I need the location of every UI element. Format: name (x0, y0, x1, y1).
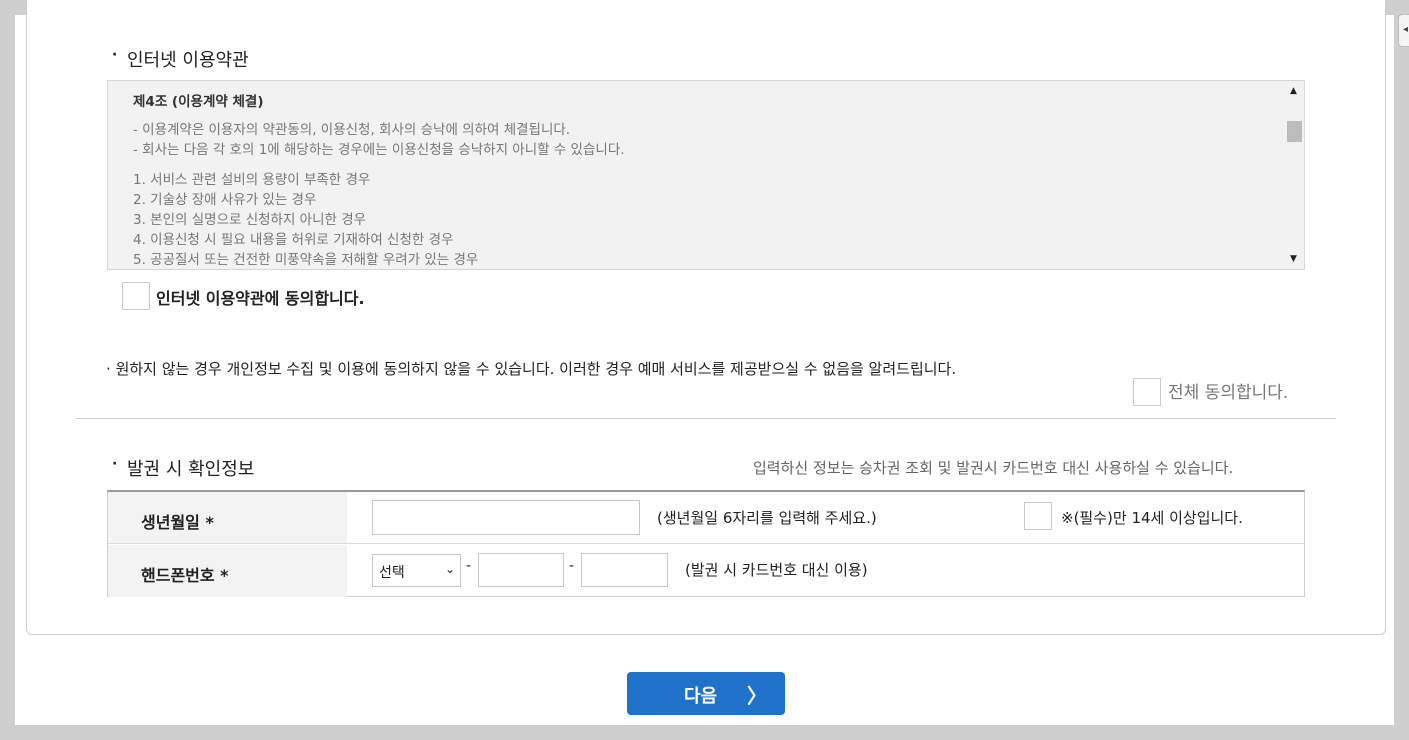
terms-line: 5. 공공질서 또는 건전한 미풍약속을 저해할 우려가 있는 경우 (133, 252, 479, 268)
terms-scrollbar[interactable]: ▲ ▼ (1285, 81, 1304, 269)
phone-middle-input[interactable] (478, 553, 564, 587)
table-row-phone: 핸드폰번호 * 선택 ⌄ - - (발권 시 카드번호 대신 이용) (108, 545, 1304, 597)
terms-line: - 회사는 다음 각 호의 1에 해당하는 경우에는 이용신청을 승낙하지 아니… (133, 142, 625, 158)
phone-prefix-select[interactable]: 선택 ⌄ (372, 554, 461, 587)
side-panel-tab[interactable]: ◂ (1398, 14, 1409, 47)
table-row-birth: 생년월일 * (생년월일 6자리를 입력해 주세요.) ※(필수)만 14세 이… (108, 492, 1304, 544)
terms-content: 제4조 (이용계약 체결) - 이용계약은 이용자의 약관동의, 이용신청, 회… (133, 92, 625, 269)
terms-agree-label: 인터넷 이용약관에 동의합니다. (156, 289, 365, 308)
terms-agree-checkbox[interactable] (122, 282, 150, 310)
birth-label: 생년월일 * (141, 513, 214, 532)
bullet-icon: · (112, 47, 118, 63)
issue-info-table: 생년월일 * (생년월일 6자리를 입력해 주세요.) ※(필수)만 14세 이… (107, 490, 1305, 597)
age-check-checkbox[interactable] (1024, 502, 1052, 530)
phone-prefix-value: 선택 (379, 565, 405, 581)
phone-last-input[interactable] (581, 553, 668, 587)
birth-input[interactable] (372, 500, 640, 535)
terms-line: - 이용계약은 이용자의 약관동의, 이용신청, 회사의 승낙에 의하여 체결됩… (133, 122, 571, 138)
privacy-notice: · 원하지 않는 경우 개인정보 수집 및 이용에 동의하지 않을 수 있습니다… (106, 358, 956, 379)
age-check-label: ※(필수)만 14세 이상입니다. (1061, 509, 1243, 527)
terms-article-title: 제4조 (이용계약 체결) (133, 94, 264, 110)
privacy-notice-text: 원하지 않는 경우 개인정보 수집 및 이용에 동의하지 않을 수 있습니다. … (115, 360, 957, 378)
agree-all-checkbox[interactable] (1133, 378, 1161, 406)
next-button[interactable]: 다음 〉 (627, 672, 785, 715)
bullet-icon: · (106, 360, 111, 378)
terms-section-title: 인터넷 이용약관 (127, 50, 249, 71)
terms-paragraph: - 이용계약은 이용자의 약관동의, 이용신청, 회사의 승낙에 의하여 체결됩… (133, 120, 625, 160)
phone-header-cell: 핸드폰번호 * (108, 545, 347, 597)
section-divider (76, 418, 1336, 419)
scroll-up-icon[interactable]: ▲ (1290, 86, 1297, 96)
phone-separator: - (466, 558, 472, 574)
terms-line: 1. 서비스 관련 설비의 용량이 부족한 경우 (133, 172, 371, 188)
phone-hint: (발권 시 카드번호 대신 이용) (685, 561, 868, 579)
issue-info-note: 입력하신 정보는 승차권 조회 및 발권시 카드번호 대신 사용하실 수 있습니… (753, 459, 1234, 477)
phone-label: 핸드폰번호 * (141, 566, 229, 585)
scroll-thumb[interactable] (1287, 121, 1302, 142)
terms-line: 3. 본인의 실명으로 신청하지 아니한 경우 (133, 212, 367, 228)
chevron-down-icon: ⌄ (444, 562, 455, 576)
phone-separator: - (569, 558, 575, 574)
terms-paragraph: 1. 서비스 관련 설비의 용량이 부족한 경우 2. 기술상 장애 사유가 있… (133, 170, 625, 269)
issue-info-title: 발권 시 확인정보 (127, 459, 255, 480)
terms-line: 4. 이용신청 시 필요 내용을 허위로 기재하여 신청한 경우 (133, 232, 454, 248)
scroll-down-icon[interactable]: ▼ (1290, 254, 1297, 264)
birth-hint: (생년월일 6자리를 입력해 주세요.) (657, 509, 877, 527)
next-button-label: 다음 (684, 686, 718, 707)
terms-scroll-box[interactable]: 제4조 (이용계약 체결) - 이용계약은 이용자의 약관동의, 이용신청, 회… (107, 80, 1305, 270)
terms-line: 2. 기술상 장애 사유가 있는 경우 (133, 192, 317, 208)
bullet-icon: · (112, 456, 118, 472)
agree-all-label: 전체 동의합니다. (1168, 383, 1289, 403)
birth-header-cell: 생년월일 * (108, 492, 347, 543)
chevron-left-icon: ◂ (1403, 24, 1409, 35)
chevron-right-icon: 〉 (747, 684, 767, 708)
